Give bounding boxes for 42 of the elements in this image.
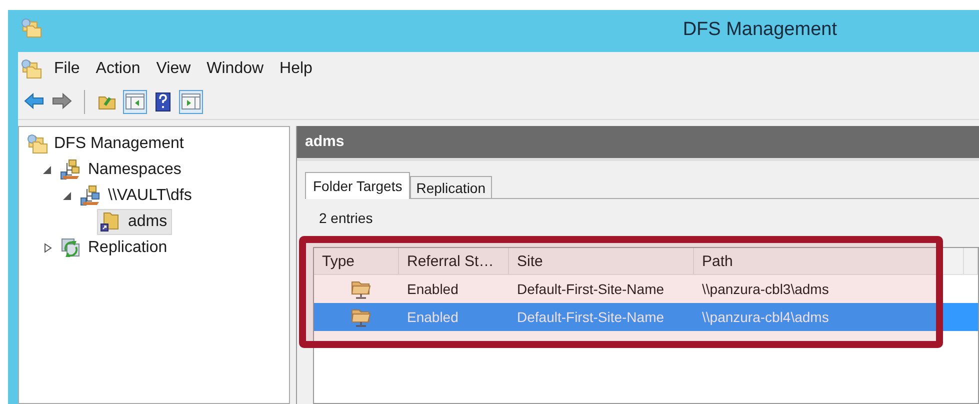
app-folders-icon	[20, 17, 44, 39]
forward-arrow-icon	[52, 92, 72, 112]
help-icon	[153, 92, 173, 112]
pane-toggle-button[interactable]	[179, 90, 203, 114]
table-cell-text: Default-First-Site-Name	[516, 280, 666, 299]
column-header[interactable]: Path	[694, 248, 964, 274]
tab[interactable]: Replication	[410, 176, 492, 198]
namespace-server-icon	[80, 185, 102, 207]
pane-header: adms	[297, 126, 979, 161]
tab[interactable]: Folder Targets	[305, 172, 410, 199]
table-row[interactable]: Enabled Default-First-Site-Name \\panzura-cbl3\adms	[314, 275, 978, 303]
pane-toggle-icon	[125, 92, 145, 112]
back-arrow-icon	[24, 92, 44, 112]
menu-item[interactable]: Help	[272, 56, 320, 80]
entries-count: 2 entries	[318, 209, 374, 228]
column-header[interactable]: Site	[509, 248, 694, 274]
table-cell-text: Enabled	[406, 280, 460, 299]
column-header[interactable]: Type	[314, 248, 399, 274]
collapsed-arrow-icon[interactable]	[43, 243, 53, 253]
table-cell-text: Enabled	[406, 308, 460, 327]
table-cell-text: \\panzura-cbl4\adms	[701, 308, 830, 327]
menu-item[interactable]: Window	[198, 56, 272, 80]
expanded-arrow-icon[interactable]	[63, 191, 73, 201]
tree-item[interactable]: DFS Management	[23, 131, 189, 157]
column-header[interactable]: Referral St…	[399, 248, 509, 274]
table-cell-text: \\panzura-cbl3\adms	[701, 280, 830, 299]
pane-toggle-icon	[181, 92, 201, 112]
namespace-icon	[60, 159, 82, 181]
tree-item[interactable]: \\VAULT\dfs	[77, 183, 197, 209]
tree-item[interactable]: Replication	[57, 235, 172, 261]
pane-toggle-button[interactable]	[123, 90, 147, 114]
folders-icon	[26, 133, 48, 155]
tree-item[interactable]: adms	[97, 209, 172, 235]
table-cell-text: Default-First-Site-Name	[516, 308, 666, 327]
app-folders-icon	[20, 58, 44, 80]
expanded-arrow-icon[interactable]	[43, 165, 53, 175]
menu-item[interactable]: File	[46, 56, 88, 80]
menu-item[interactable]: Action	[88, 56, 148, 80]
window-title: DFS Management	[682, 19, 837, 41]
menu-item[interactable]: View	[148, 56, 199, 80]
replication-icon	[60, 237, 82, 259]
tree-item[interactable]: Namespaces	[57, 157, 186, 183]
